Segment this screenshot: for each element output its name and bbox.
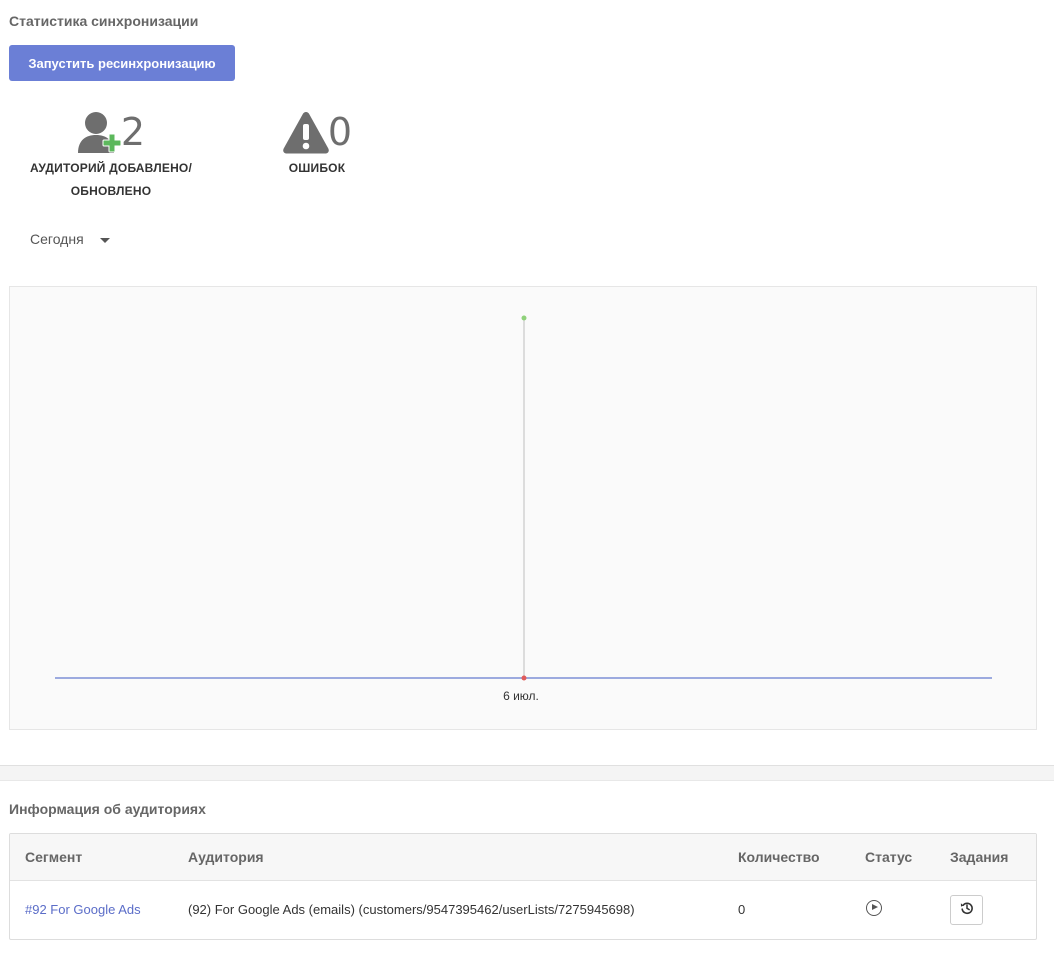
- chart-svg: 6 июл.: [55, 315, 992, 703]
- play-circle-icon[interactable]: [866, 900, 882, 917]
- sync-chart: 6 июл.: [9, 286, 1037, 730]
- chart-x-tick-label: 6 июл.: [503, 689, 539, 703]
- errors-count: 0: [327, 110, 353, 154]
- audiences-label-line2: ОБНОВЛЕНО: [70, 184, 152, 198]
- history-icon: [960, 901, 974, 918]
- period-selected: Сегодня: [30, 231, 84, 247]
- caret-down-icon: [99, 237, 110, 243]
- col-audience: Аудитория: [188, 834, 738, 881]
- col-segment: Сегмент: [10, 834, 188, 881]
- period-dropdown[interactable]: Сегодня: [30, 231, 110, 247]
- audience-table: Сегмент Аудитория Количество Статус Зада…: [9, 833, 1037, 940]
- resync-button[interactable]: Запустить ресинхронизацию: [9, 45, 235, 81]
- stat-errors: 0 ОШИБОК: [262, 111, 372, 180]
- table-row: #92 For Google Ads (92) For Google Ads (…: [10, 880, 1036, 939]
- table-header-row: Сегмент Аудитория Количество Статус Зада…: [10, 834, 1036, 881]
- sync-stats-title: Статистика синхронизации: [9, 13, 199, 29]
- chart-point-0-0: [521, 315, 527, 321]
- segment-link[interactable]: #92 For Google Ads: [25, 902, 141, 917]
- errors-label: ОШИБОК: [288, 161, 346, 175]
- col-count: Количество: [738, 834, 865, 881]
- task-history-button[interactable]: [950, 894, 983, 925]
- chart-point-1-0: [521, 675, 527, 681]
- audience-info-title: Информация об аудиториях: [9, 801, 206, 817]
- col-tasks: Задания: [950, 834, 1036, 881]
- section-divider: [0, 765, 1054, 781]
- warning-icon: [282, 111, 330, 160]
- audiences-count: 2: [120, 110, 146, 154]
- user-plus-icon: [77, 111, 123, 160]
- col-status: Статус: [865, 834, 950, 881]
- audience-cell: (92) For Google Ads (emails) (customers/…: [188, 902, 635, 918]
- audiences-label-line1: АУДИТОРИЙ ДОБАВЛЕНО/: [29, 161, 193, 175]
- stat-audiences: 2 АУДИТОРИЙ ДОБАВЛЕНО/ ОБНОВЛЕНО: [16, 111, 206, 203]
- count-cell: 0: [738, 902, 746, 918]
